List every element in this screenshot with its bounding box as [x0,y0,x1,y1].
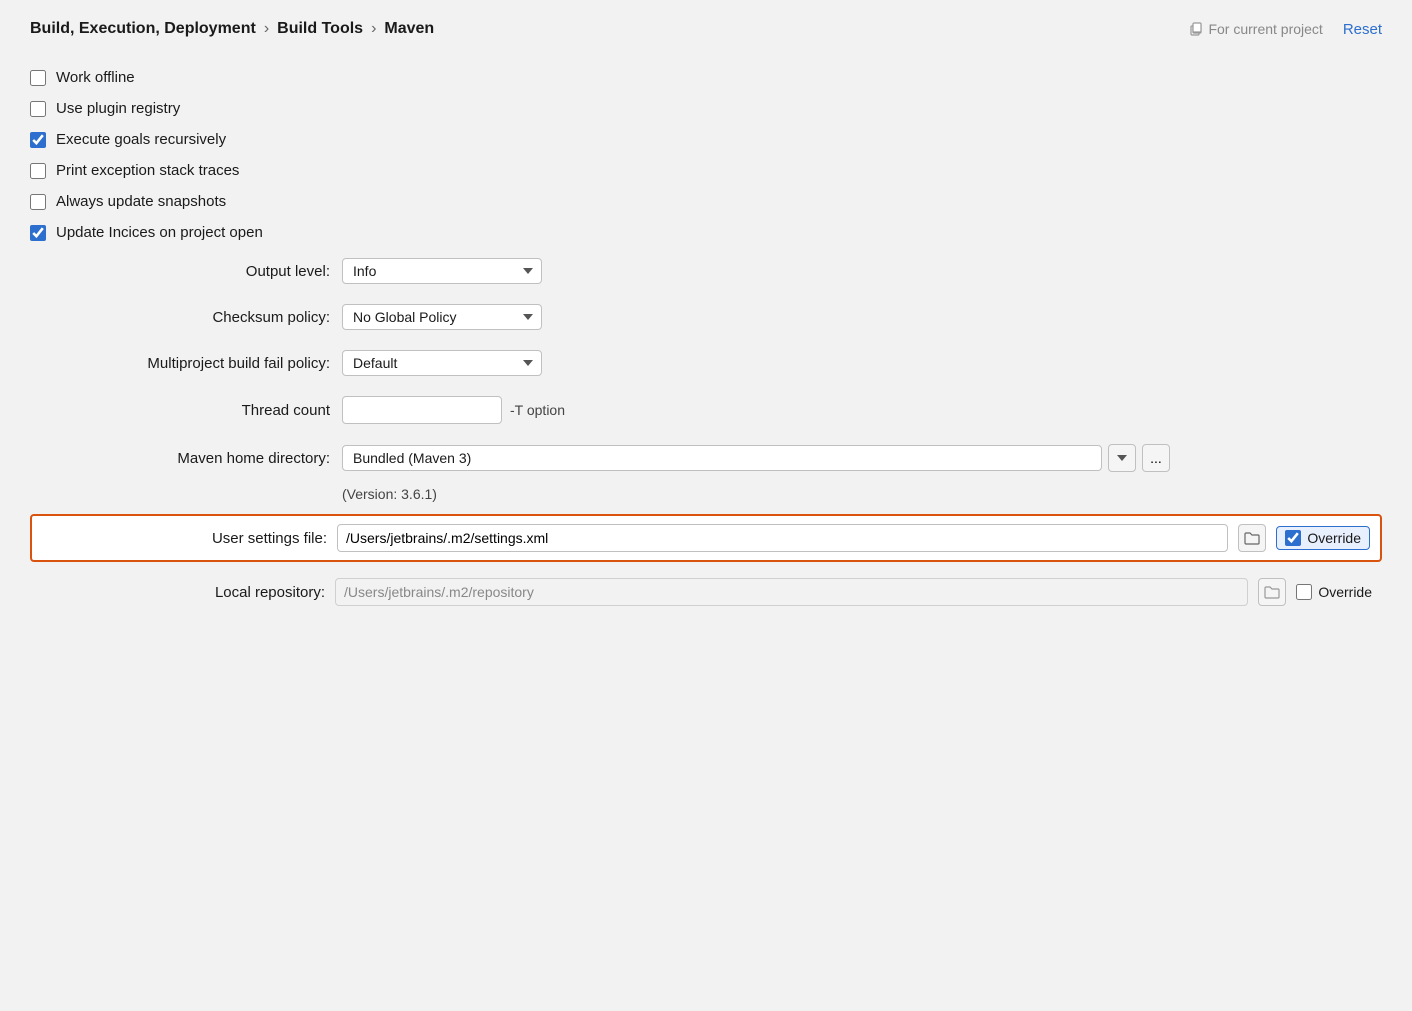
update-indices-checkbox[interactable] [30,225,46,241]
folder-icon [1264,585,1280,599]
breadcrumb-part2[interactable]: Build Tools [277,20,363,38]
multiproject-build-fail-policy-select[interactable]: Default At End Never [342,350,542,376]
checksum-policy-label: Checksum policy: [30,309,330,326]
output-level-label: Output level: [30,263,330,280]
checkbox-row-work-offline: Work offline [30,62,1382,93]
settings-list: Work offline Use plugin registry Execute… [30,62,1382,618]
user-settings-file-label: User settings file: [42,530,327,547]
local-repository-override-checkbox[interactable] [1296,584,1312,600]
breadcrumb-sep1: › [264,20,269,38]
execute-goals-recursively-label[interactable]: Execute goals recursively [56,131,226,148]
local-repository-row: Local repository: Override [30,570,1382,614]
user-settings-override-checkbox[interactable] [1285,530,1301,546]
maven-version-text: (Version: 3.6.1) [30,482,1382,510]
checksum-policy-row: Checksum policy: No Global Policy Warn F… [30,294,1382,340]
thread-count-row: Thread count -T option [30,386,1382,434]
maven-home-directory-label: Maven home directory: [30,450,330,467]
user-settings-override-container: Override [1276,526,1370,550]
multiproject-build-fail-policy-row: Multiproject build fail policy: Default … [30,340,1382,386]
checkbox-row-print-exception: Print exception stack traces [30,155,1382,186]
print-exception-label[interactable]: Print exception stack traces [56,162,239,179]
breadcrumb-part3: Maven [384,20,434,38]
always-update-snapshots-label[interactable]: Always update snapshots [56,193,226,210]
maven-home-row-control: Bundled (Maven 3) ... [342,444,1170,472]
thread-count-label: Thread count [30,402,330,419]
checkbox-row-always-update-snapshots: Always update snapshots [30,186,1382,217]
thread-count-input[interactable] [342,396,502,424]
local-repository-override-label[interactable]: Override [1318,584,1372,600]
output-level-select[interactable]: Info Debug Warning Error [342,258,542,284]
maven-home-directory-select[interactable]: Bundled (Maven 3) [342,445,1102,471]
maven-home-directory-row: Maven home directory: Bundled (Maven 3) … [30,434,1382,482]
multiproject-build-fail-policy-control: Default At End Never [342,350,542,376]
local-repository-override-container: Override [1296,584,1372,600]
multiproject-build-fail-policy-label: Multiproject build fail policy: [30,355,330,372]
print-exception-checkbox[interactable] [30,163,46,179]
breadcrumb-part1: Build, Execution, Deployment [30,20,256,38]
folder-icon [1244,531,1260,545]
maven-home-dropdown-arrow[interactable] [1108,444,1136,472]
reset-button[interactable]: Reset [1343,21,1382,38]
copy-icon [1189,22,1203,36]
thread-count-control: -T option [342,396,565,424]
user-settings-file-row: User settings file: Override [30,514,1382,562]
checksum-policy-select[interactable]: No Global Policy Warn Fail Ignore [342,304,542,330]
update-indices-label[interactable]: Update Incices on project open [56,224,263,241]
maven-home-browse-button[interactable]: ... [1142,444,1170,472]
t-option-label: -T option [510,402,565,418]
local-repository-browse-button[interactable] [1258,578,1286,606]
user-settings-file-input[interactable] [337,524,1228,552]
user-settings-file-browse-button[interactable] [1238,524,1266,552]
local-repository-label: Local repository: [40,584,325,601]
work-offline-checkbox[interactable] [30,70,46,86]
local-repository-input[interactable] [335,578,1248,606]
always-update-snapshots-checkbox[interactable] [30,194,46,210]
output-level-control: Info Debug Warning Error [342,258,542,284]
use-plugin-registry-label[interactable]: Use plugin registry [56,100,180,117]
breadcrumb: Build, Execution, Deployment › Build Too… [30,20,1382,38]
checksum-policy-control: No Global Policy Warn Fail Ignore [342,304,542,330]
user-settings-override-label[interactable]: Override [1307,530,1361,546]
use-plugin-registry-checkbox[interactable] [30,101,46,117]
checkbox-row-execute-goals-recursively: Execute goals recursively [30,124,1382,155]
execute-goals-recursively-checkbox[interactable] [30,132,46,148]
checkbox-row-update-indices: Update Incices on project open [30,217,1382,248]
for-current-project-label: For current project [1189,21,1322,37]
output-level-row: Output level: Info Debug Warning Error [30,248,1382,294]
breadcrumb-sep2: › [371,20,376,38]
checkbox-row-use-plugin-registry: Use plugin registry [30,93,1382,124]
work-offline-label[interactable]: Work offline [56,69,135,86]
chevron-down-icon [1117,455,1127,461]
